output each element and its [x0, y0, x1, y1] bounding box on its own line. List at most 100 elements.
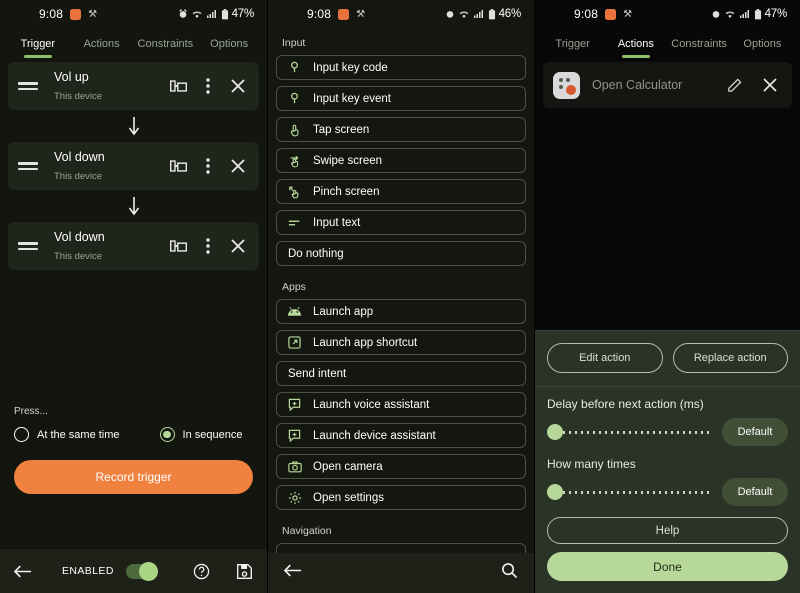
status-bar-2: 9:08 ⚒ 46% [268, 0, 534, 28]
radio-in-sequence[interactable]: In sequence [159, 427, 242, 442]
list-item-swipe-screen[interactable]: Swipe screen [276, 148, 526, 173]
drag-handle-icon[interactable] [18, 162, 38, 170]
enabled-toggle[interactable] [125, 561, 158, 581]
record-trigger-button[interactable]: Record trigger [14, 460, 253, 494]
sheet-settings: Delay before next action (ms) Default Ho… [535, 387, 800, 593]
list-item-label: Swipe screen [313, 154, 383, 167]
notification-icon [70, 8, 82, 20]
alarm-icon [445, 9, 455, 19]
android-icon [287, 304, 302, 319]
list-item-input-text[interactable]: Input text [276, 210, 526, 235]
delay-slider[interactable] [547, 423, 712, 441]
status-time: 9:08 [574, 7, 599, 21]
list-item-pinch-screen[interactable]: Pinch screen [276, 179, 526, 204]
back-arrow-icon[interactable] [283, 563, 302, 583]
done-button[interactable]: Done [547, 552, 788, 581]
radio-icon[interactable] [14, 427, 29, 442]
trigger-subtitle: This device [54, 251, 103, 262]
sequence-arrow [8, 190, 259, 222]
list-item-input-key-code[interactable]: Input key code [276, 55, 526, 80]
notification-icon [338, 8, 350, 20]
tab-options[interactable]: Options [197, 38, 261, 58]
slider-thumb[interactable] [547, 424, 563, 440]
assistant-icon [287, 428, 302, 443]
tab-actions[interactable]: Actions [70, 38, 134, 58]
more-options-icon[interactable] [195, 231, 221, 261]
pencil-icon[interactable] [722, 77, 746, 93]
list-item-launch-app[interactable]: Launch app [276, 299, 526, 324]
drag-handle-icon[interactable] [18, 242, 38, 250]
list-item-send-intent[interactable]: Send intent [276, 361, 526, 386]
list-item-label: Open camera [313, 460, 383, 473]
list-item-label: Input key event [313, 92, 391, 105]
times-default-button[interactable]: Default [722, 478, 788, 506]
signal-icon [473, 9, 485, 19]
action-row[interactable]: Open Calculator [543, 62, 792, 108]
radio-at-the-same-time[interactable]: At the same time [14, 427, 120, 442]
wifi-icon [724, 9, 736, 19]
help-icon[interactable] [193, 563, 210, 580]
notification-icon [605, 8, 617, 20]
press-mode-options: At the same time In sequence [14, 427, 253, 442]
battery-percent: 47% [231, 8, 255, 20]
wifi-icon [458, 9, 470, 19]
replace-action-button[interactable]: Replace action [672, 343, 788, 373]
trigger-row[interactable]: Vol up This device [8, 62, 259, 110]
times-slider[interactable] [547, 483, 712, 501]
list-item-input-key-event[interactable]: Input key event [276, 86, 526, 111]
tab-trigger[interactable]: Trigger [6, 38, 70, 58]
search-icon[interactable] [501, 562, 518, 584]
action-list: Open Calculator [535, 58, 800, 108]
list-item-do-nothing[interactable]: Do nothing [276, 241, 526, 266]
trigger-row[interactable]: Vol down This device [8, 142, 259, 190]
list-item-label: Launch voice assistant [313, 398, 430, 411]
panel-trigger: 9:08 ⚒ 47% Trigger Actions Constraints O… [0, 0, 267, 593]
list-item-open-camera[interactable]: Open camera [276, 454, 526, 479]
tab-options[interactable]: Options [731, 38, 794, 58]
slider-thumb[interactable] [547, 484, 563, 500]
trigger-row[interactable]: Vol down This device [8, 222, 259, 270]
more-options-icon[interactable] [195, 71, 221, 101]
radio-icon-selected[interactable] [159, 427, 175, 442]
device-icon[interactable] [165, 71, 191, 101]
drag-handle-icon[interactable] [18, 82, 38, 90]
list-item-launch-voice-assistant[interactable]: Launch voice assistant [276, 392, 526, 417]
section-heading-apps: Apps [282, 281, 306, 293]
device-icon[interactable] [165, 231, 191, 261]
help-button[interactable]: Help [547, 517, 788, 544]
close-icon[interactable] [225, 71, 251, 101]
device-icon[interactable] [165, 151, 191, 181]
sheet-action-buttons: Edit action Replace action [535, 331, 800, 387]
list-item-open-settings[interactable]: Open settings [276, 485, 526, 510]
tab-constraints[interactable]: Constraints [134, 38, 198, 58]
list-item-label: Send intent [288, 367, 347, 380]
tab-constraints[interactable]: Constraints [668, 38, 731, 58]
more-options-icon[interactable] [195, 151, 221, 181]
save-icon[interactable] [236, 563, 253, 580]
alarm-icon [711, 9, 721, 19]
pinch-icon [287, 184, 302, 199]
tab-actions[interactable]: Actions [604, 38, 667, 58]
list-item-launch-device-assistant[interactable]: Launch device assistant [276, 423, 526, 448]
close-icon[interactable] [758, 78, 782, 92]
close-icon[interactable] [225, 231, 251, 261]
times-label: How many times [547, 457, 636, 471]
delay-default-button[interactable]: Default [722, 418, 788, 446]
list-item-launch-app-shortcut[interactable]: Launch app shortcut [276, 330, 526, 355]
action-options-sheet: Edit action Replace action Delay before … [535, 330, 800, 593]
back-arrow-icon[interactable] [14, 564, 32, 579]
status-bar-right: 47% [711, 8, 787, 20]
list-item-label: Launch app shortcut [313, 336, 418, 349]
edit-action-button[interactable]: Edit action [547, 343, 663, 373]
calculator-app-icon [553, 71, 580, 99]
key-icon [287, 91, 302, 106]
signal-icon [206, 9, 218, 19]
tab-trigger[interactable]: Trigger [541, 38, 604, 58]
list-item-tap-screen[interactable]: Tap screen [276, 117, 526, 142]
close-icon[interactable] [225, 151, 251, 181]
bottom-app-bar-1: ENABLED [0, 549, 267, 593]
list-item-label: Tap screen [313, 123, 370, 136]
bluetooth-icon: ⚒ [623, 8, 633, 20]
battery-icon [488, 8, 496, 20]
battery-percent: 46% [498, 8, 522, 20]
